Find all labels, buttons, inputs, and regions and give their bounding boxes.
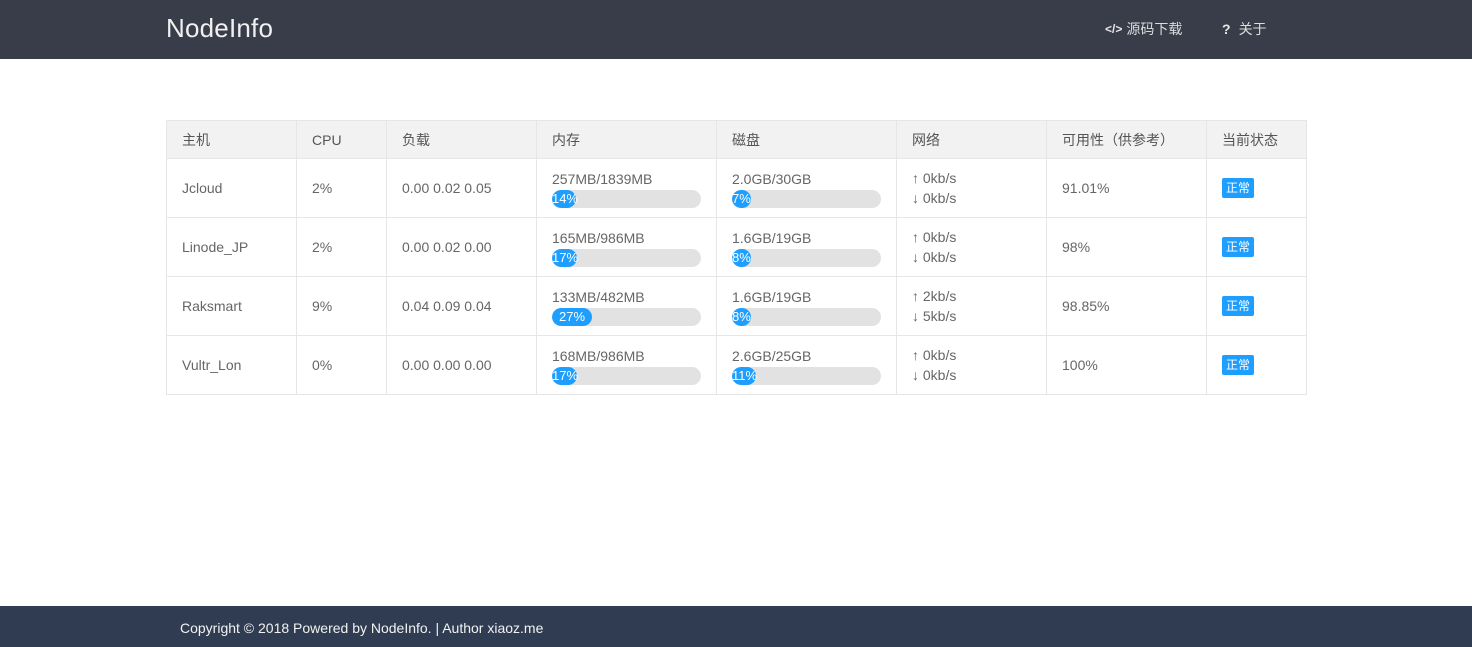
disk-percent: 11% [732,367,758,383]
memory-cell: 133MB/482MB 27% [536,276,717,336]
disk-percent: 7% [732,190,751,206]
memory-progress-bar: 27% [552,307,701,326]
disk-progress-bar: 8% [732,248,881,267]
memory-progress-bar: 14% [552,189,701,208]
header-load: 负载 [386,120,537,159]
disk-usage: 2.6GB/25GB [732,347,812,364]
memory-progress-bar: 17% [552,248,701,267]
load-average: 0.04 0.09 0.04 [386,276,537,336]
cpu-usage: 2% [296,158,387,218]
availability: 100% [1046,335,1207,395]
memory-progress-bar: 17% [552,366,701,385]
memory-cell: 257MB/1839MB 14% [536,158,717,218]
load-average: 0.00 0.00 0.00 [386,335,537,395]
status-badge: 正常 [1222,296,1255,316]
host-name: Vultr_Lon [166,335,297,395]
footer: Copyright © 2018 Powered by NodeInfo. | … [0,606,1472,647]
status-cell: 正常 [1206,276,1307,336]
table-header-row: 主机 CPU 负载 内存 磁盘 网络 可用性（供参考） 当前状态 [166,120,1307,159]
memory-cell: 165MB/986MB 17% [536,217,717,277]
memory-usage: 165MB/986MB [552,229,645,246]
network-download: ↓ 0kb/s [912,249,957,265]
disk-usage: 1.6GB/19GB [732,229,812,246]
cpu-usage: 2% [296,217,387,277]
memory-percent: 17% [552,249,579,265]
source-download-link[interactable]: </> 源码下载 [1105,19,1182,39]
network-upload: ↑ 0kb/s [912,229,957,245]
disk-progress-bar: 8% [732,307,881,326]
about-link[interactable]: ? 关于 [1222,19,1267,39]
header-network: 网络 [896,120,1047,159]
network-download: ↓ 5kb/s [912,308,957,324]
memory-usage: 133MB/482MB [552,288,645,305]
network-download: ↓ 0kb/s [912,190,957,206]
availability: 98% [1046,217,1207,277]
top-navbar: NodeInfo </> 源码下载 ? 关于 [0,0,1472,59]
memory-cell: 168MB/986MB 17% [536,335,717,395]
network-cell: ↑ 0kb/s ↓ 0kb/s [896,335,1047,395]
disk-progress-bar: 11% [732,366,881,385]
disk-cell: 2.0GB/30GB 7% [716,158,897,218]
host-name: Linode_JP [166,217,297,277]
network-upload: ↑ 0kb/s [912,347,957,363]
host-name: Jcloud [166,158,297,218]
footer-copyright: Copyright © 2018 Powered by NodeInfo. | … [180,620,544,636]
memory-percent: 14% [552,190,579,206]
header-status: 当前状态 [1206,120,1307,159]
disk-progress-bar: 7% [732,189,881,208]
load-average: 0.00 0.02 0.00 [386,217,537,277]
node-table: 主机 CPU 负载 内存 磁盘 网络 可用性（供参考） 当前状态 Jcloud 2… [166,120,1307,395]
table-row: Raksmart 9% 0.04 0.09 0.04 133MB/482MB 27% 1.… [166,276,1307,336]
load-average: 0.00 0.02 0.05 [386,158,537,218]
status-badge: 正常 [1222,237,1255,257]
network-cell: ↑ 2kb/s ↓ 5kb/s [896,276,1047,336]
disk-usage: 1.6GB/19GB [732,288,812,305]
network-upload: ↑ 0kb/s [912,170,957,186]
network-upload: ↑ 2kb/s [912,288,957,304]
status-badge: 正常 [1222,178,1255,198]
memory-usage: 257MB/1839MB [552,170,653,187]
memory-usage: 168MB/986MB [552,347,645,364]
host-name: Raksmart [166,276,297,336]
brand-logo[interactable]: NodeInfo [166,13,273,44]
header-disk: 磁盘 [716,120,897,159]
network-download: ↓ 0kb/s [912,367,957,383]
network-cell: ↑ 0kb/s ↓ 0kb/s [896,217,1047,277]
availability: 91.01% [1046,158,1207,218]
table-row: Jcloud 2% 0.00 0.02 0.05 257MB/1839MB 14% 2.0… [166,158,1307,218]
disk-cell: 2.6GB/25GB 11% [716,335,897,395]
cpu-usage: 0% [296,335,387,395]
cpu-usage: 9% [296,276,387,336]
question-icon: ? [1222,21,1231,37]
code-icon: </> [1105,22,1123,36]
availability: 98.85% [1046,276,1207,336]
header-host: 主机 [166,120,297,159]
status-cell: 正常 [1206,217,1307,277]
header-memory: 内存 [536,120,717,159]
about-label: 关于 [1238,21,1267,37]
status-cell: 正常 [1206,335,1307,395]
disk-percent: 8% [732,249,751,265]
source-download-label: 源码下载 [1126,21,1183,37]
disk-cell: 1.6GB/19GB 8% [716,217,897,277]
disk-percent: 8% [732,308,751,324]
network-cell: ↑ 0kb/s ↓ 0kb/s [896,158,1047,218]
header-availability: 可用性（供参考） [1046,120,1207,159]
status-cell: 正常 [1206,158,1307,218]
status-badge: 正常 [1222,355,1255,375]
memory-percent: 17% [552,367,579,383]
disk-usage: 2.0GB/30GB [732,170,812,187]
table-row: Vultr_Lon 0% 0.00 0.00 0.00 168MB/986MB 17% 2… [166,335,1307,395]
disk-cell: 1.6GB/19GB 8% [716,276,897,336]
header-cpu: CPU [296,120,387,159]
table-row: Linode_JP 2% 0.00 0.02 0.00 165MB/986MB 17% 1… [166,217,1307,277]
memory-percent: 27% [559,308,586,324]
